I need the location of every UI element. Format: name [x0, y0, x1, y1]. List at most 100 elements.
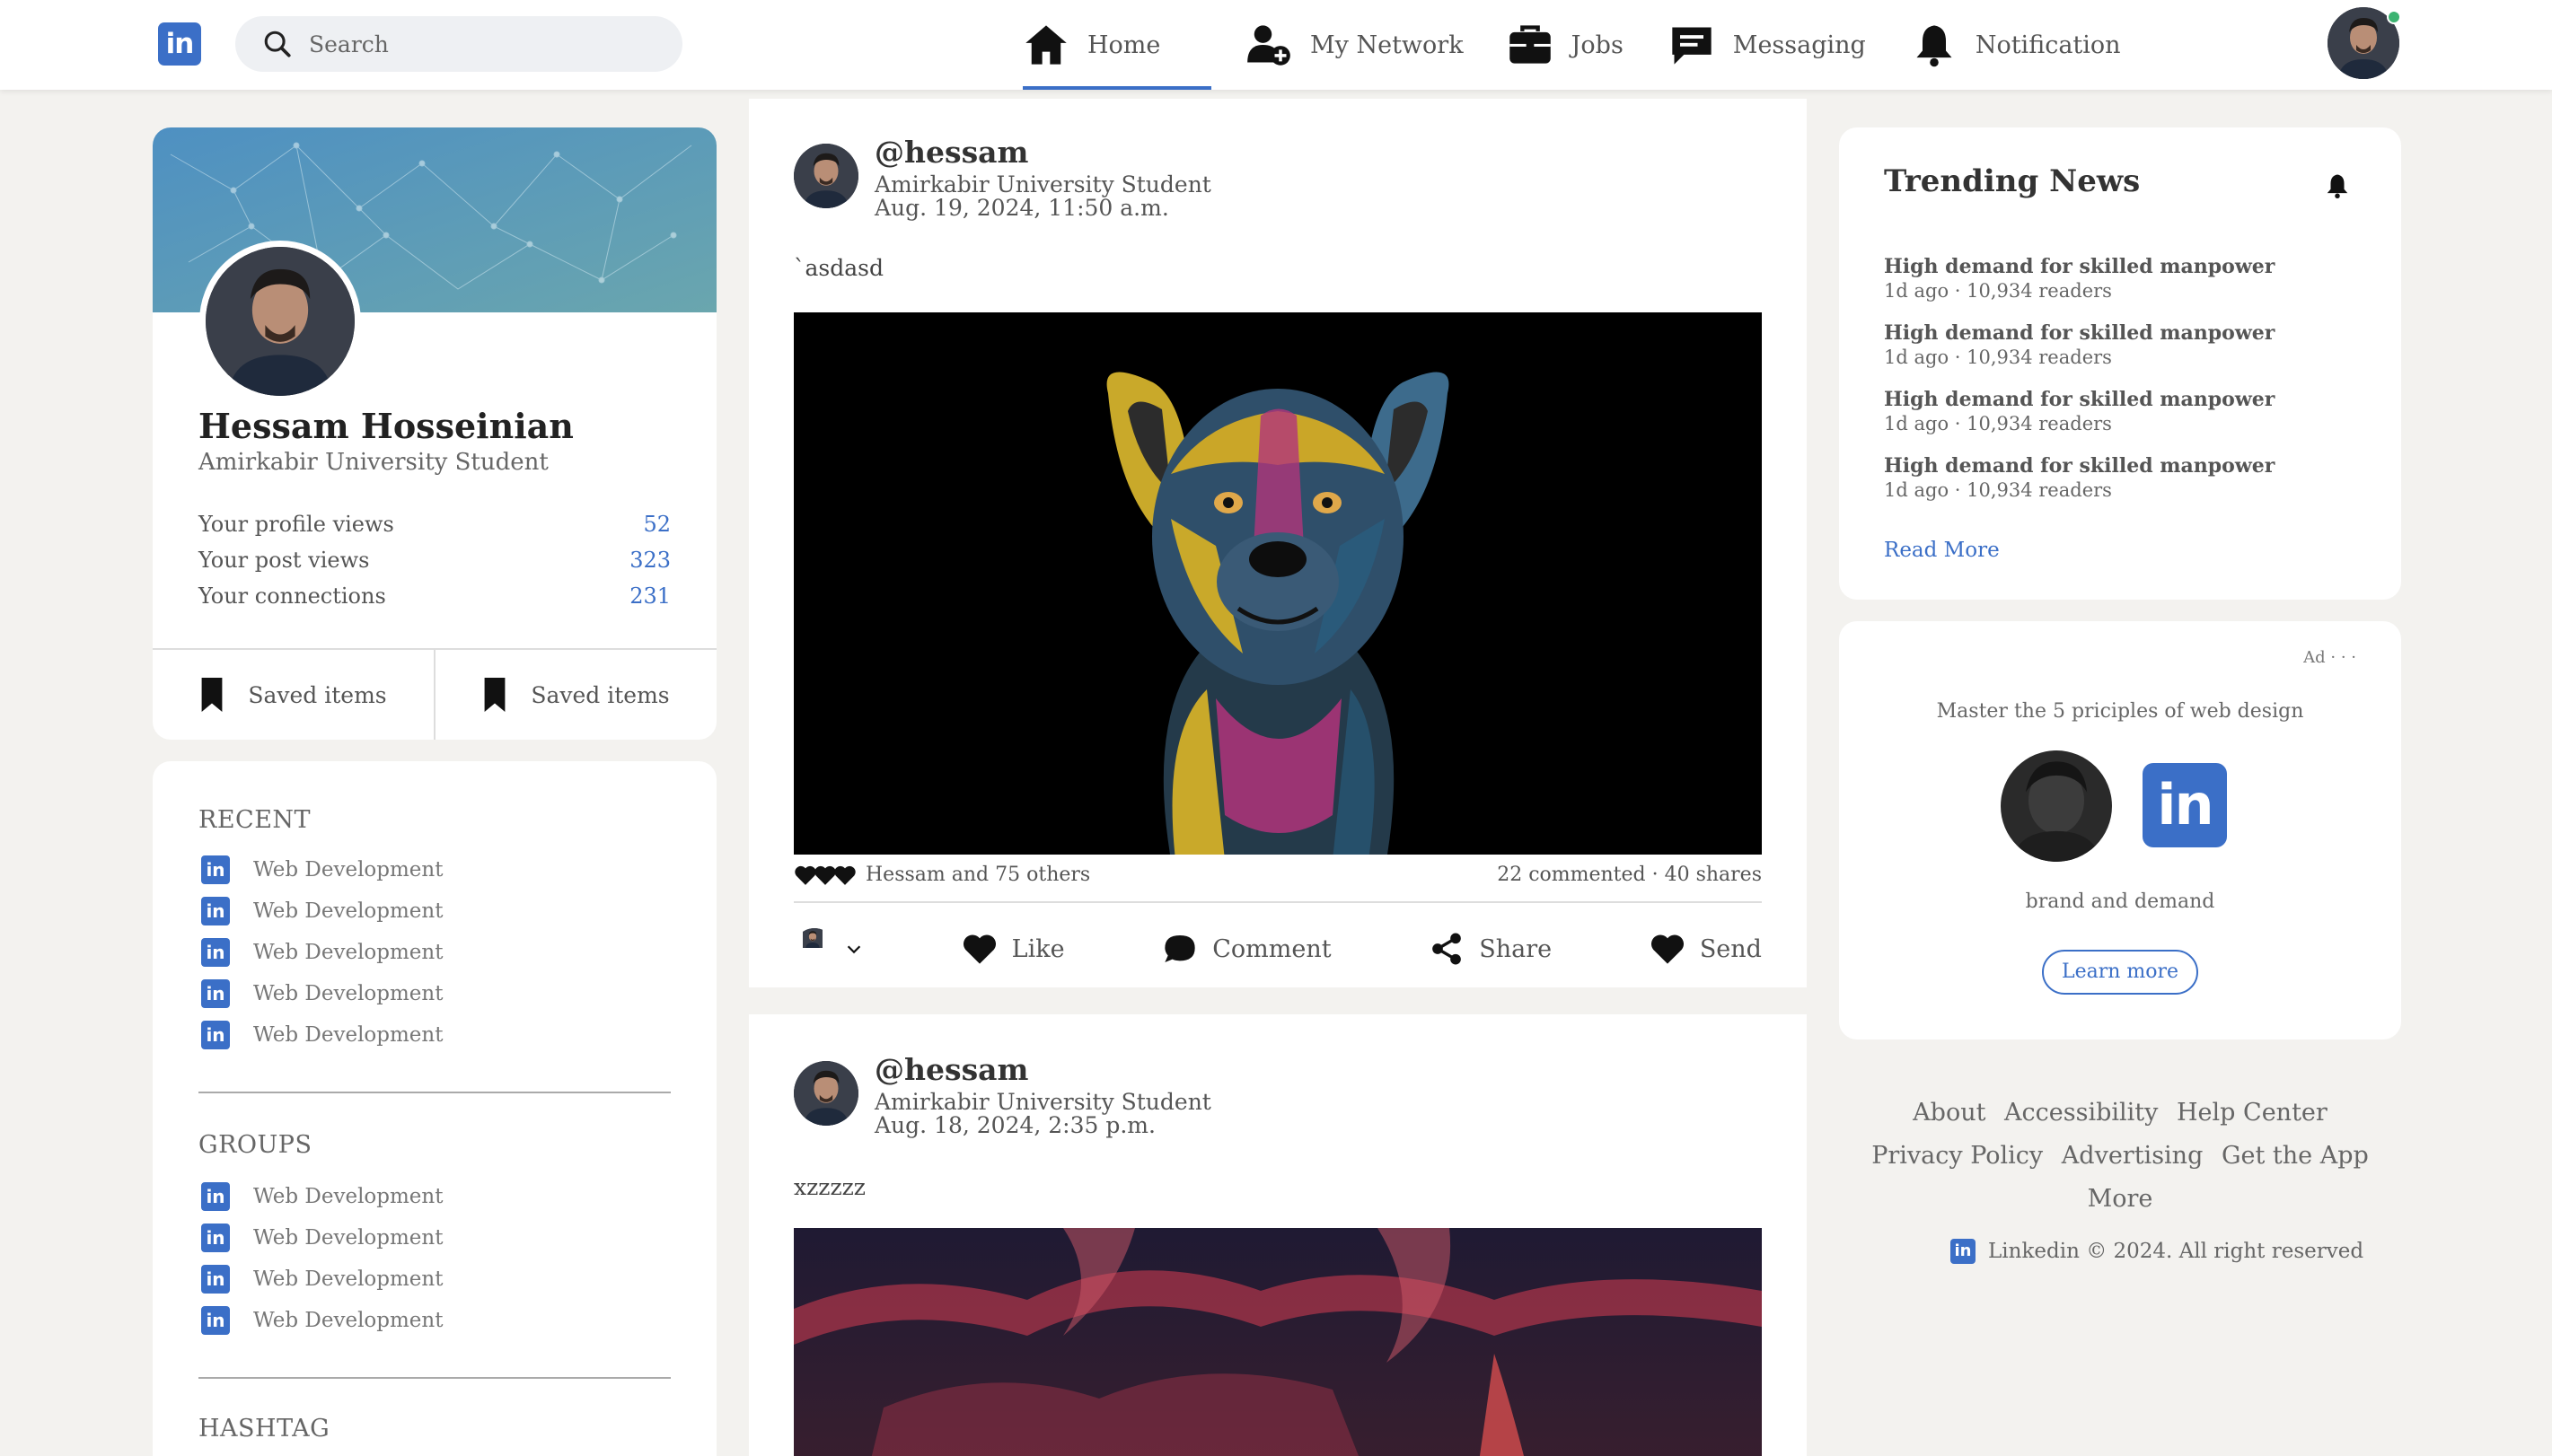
list-item[interactable]: in Web Development — [201, 849, 443, 890]
share-label: Share — [1479, 934, 1553, 963]
profile-subtitle: Amirkabir University Student — [198, 449, 549, 476]
post-image[interactable] — [794, 312, 1762, 855]
footer-link-accessibility[interactable]: Accessibility — [2004, 1099, 2158, 1127]
react-as-selector[interactable] — [794, 928, 864, 969]
post-author-subtitle: Amirkabir University Student — [875, 1089, 1211, 1115]
comment-button[interactable]: Comment — [1162, 931, 1332, 967]
footer-links: About Accessibility Help Center Privacy … — [1839, 1092, 2401, 1221]
comment-icon — [1165, 935, 1195, 962]
search-input[interactable] — [309, 31, 650, 57]
sidebar-shortcuts-card: RECENT in Web Development in Web Developme… — [153, 761, 717, 1456]
nav-messaging-label: Messaging — [1732, 31, 1866, 59]
footer-link-more[interactable]: More — [2088, 1185, 2153, 1213]
nav-jobs[interactable]: Jobs — [1507, 0, 1624, 90]
linkedin-icon: in — [201, 1021, 230, 1049]
groups-list: in Web Development in Web Development in We… — [201, 1176, 443, 1341]
footer-link-help-center[interactable]: Help Center — [2177, 1099, 2328, 1127]
list-item[interactable]: in Web Development — [201, 1259, 443, 1300]
linkedin-icon: in — [201, 855, 230, 884]
ad-label[interactable]: Ad · · · — [2303, 648, 2356, 667]
saved-items-button[interactable]: Saved items — [153, 650, 436, 740]
stat-value: 231 — [629, 583, 671, 609]
recent-list: in Web Development in Web Development in We… — [201, 849, 443, 1056]
comments-shares-count[interactable]: 22 commented · 40 shares — [1497, 864, 1762, 886]
news-title: High demand for skilled manpower — [1884, 321, 2275, 345]
linkedin-icon: in — [201, 897, 230, 925]
like-button[interactable]: Like — [962, 931, 1065, 967]
news-item[interactable]: High demand for skilled manpower 1d ago ·… — [1884, 255, 2275, 321]
post-author-handle[interactable]: @hessam — [875, 1052, 1028, 1087]
list-item[interactable]: in Web Development — [201, 973, 443, 1014]
news-item[interactable]: High demand for skilled manpower 1d ago ·… — [1884, 388, 2275, 454]
stat-label: Your connections — [198, 583, 386, 609]
nav-my-network-label: My Network — [1310, 31, 1464, 59]
saved-items-row: Saved items Saved items — [153, 648, 717, 740]
nav-notification-label: Notification — [1975, 31, 2121, 59]
profile-name[interactable]: Hessam Hosseinian — [198, 406, 574, 446]
footer-link-privacy-policy[interactable]: Privacy Policy — [1871, 1142, 2043, 1170]
learn-more-button[interactable]: Learn more — [2042, 950, 2198, 995]
nav-notification[interactable]: Notification — [1911, 0, 2121, 90]
post-author-avatar[interactable] — [794, 1061, 858, 1126]
ad-card: Ad · · · Master the 5 priciples of web d… — [1839, 621, 2401, 1039]
list-item-label: Web Development — [253, 1309, 444, 1332]
profile-stats: Your profile views 52 Your post views 323 … — [198, 512, 671, 619]
list-item-label: Web Development — [253, 1023, 444, 1047]
list-item[interactable]: in Web Development — [201, 932, 443, 973]
send-button[interactable]: Send — [1650, 931, 1762, 967]
home-icon — [1025, 25, 1067, 65]
heart-icon — [1650, 931, 1685, 967]
list-item-label: Web Development — [253, 1185, 444, 1208]
stat-label: Your post views — [198, 548, 370, 573]
search-box[interactable] — [235, 16, 682, 72]
list-item[interactable]: in Web Development — [201, 890, 443, 932]
heart-icon — [962, 931, 998, 967]
bookmark-icon — [484, 678, 506, 712]
stat-value: 323 — [629, 548, 671, 573]
profile-menu[interactable] — [2328, 7, 2403, 83]
list-item[interactable]: in Web Development — [201, 1176, 443, 1217]
news-meta: 1d ago · 10,934 readers — [1884, 346, 2112, 368]
divider — [198, 1092, 671, 1093]
linkedin-icon: in — [201, 1265, 230, 1294]
list-item[interactable]: in Web Development — [201, 1217, 443, 1259]
saved-items-label: Saved items — [531, 681, 670, 708]
post-author-handle[interactable]: @hessam — [875, 135, 1028, 170]
profile-avatar[interactable] — [199, 241, 361, 402]
linkedin-icon: in — [201, 979, 230, 1008]
heart-icon — [833, 864, 857, 886]
reactions-summary[interactable]: Hessam and 75 others — [794, 864, 1090, 886]
stat-post-views[interactable]: Your post views 323 — [198, 548, 671, 583]
post-date: Aug. 18, 2024, 2:35 p.m. — [875, 1112, 1156, 1138]
stat-profile-views[interactable]: Your profile views 52 — [198, 512, 671, 548]
footer-link-advertising[interactable]: Advertising — [2062, 1142, 2204, 1170]
news-list: High demand for skilled manpower 1d ago ·… — [1884, 255, 2275, 521]
list-item[interactable]: in Web Development — [201, 1300, 443, 1341]
footer-link-about[interactable]: About — [1913, 1099, 1985, 1127]
news-item[interactable]: High demand for skilled manpower 1d ago ·… — [1884, 321, 2275, 388]
share-button[interactable]: Share — [1429, 931, 1552, 967]
nav-home[interactable]: Home — [1015, 0, 1211, 90]
like-label: Like — [1011, 934, 1065, 963]
stat-connections[interactable]: Your connections 231 — [198, 583, 671, 619]
nav-home-label: Home — [1087, 31, 1161, 59]
nav-messaging[interactable]: Messaging — [1668, 0, 1866, 90]
linkedin-logo-icon[interactable]: in — [158, 22, 201, 66]
list-item-label: Web Development — [253, 858, 444, 881]
read-more-link[interactable]: Read More — [1884, 539, 2000, 562]
post-image[interactable] — [794, 1228, 1762, 1456]
bookmark-icon — [201, 678, 223, 712]
top-navbar: in Home My Network Jobs Messaging Notifi… — [0, 0, 2552, 90]
list-item[interactable]: in Web Development — [201, 1014, 443, 1056]
linkedin-icon: in — [201, 938, 230, 967]
reactions-row: Hessam and 75 others 22 commented · 40 s… — [794, 864, 1762, 886]
news-item[interactable]: High demand for skilled manpower 1d ago ·… — [1884, 454, 2275, 521]
post-author-avatar[interactable] — [794, 144, 858, 208]
nav-my-network[interactable]: My Network — [1245, 0, 1464, 90]
linkedin-icon: in — [1950, 1239, 1976, 1264]
ad-title: Master the 5 priciples of web design — [1936, 700, 2304, 723]
footer-link-get-the-app[interactable]: Get the App — [2222, 1142, 2369, 1170]
news-meta: 1d ago · 10,934 readers — [1884, 280, 2112, 302]
bell-icon[interactable] — [2324, 171, 2351, 201]
saved-items-button[interactable]: Saved items — [436, 650, 717, 740]
